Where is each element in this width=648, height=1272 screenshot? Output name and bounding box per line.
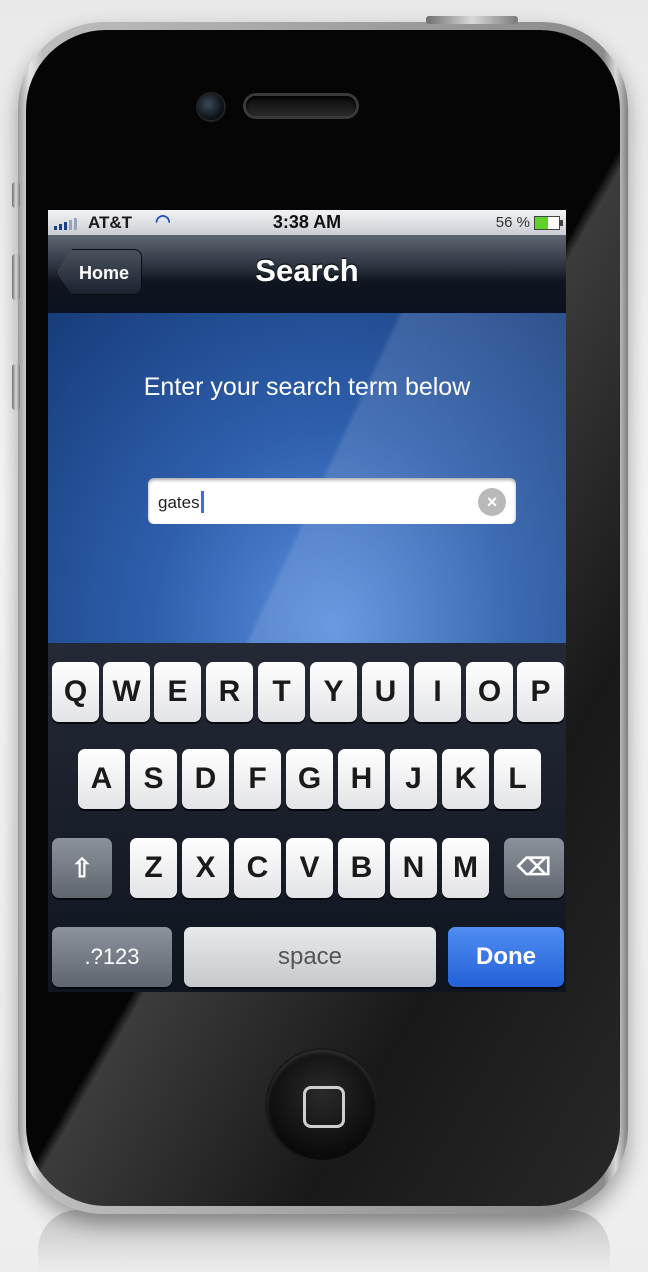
key-x[interactable]: X <box>182 838 229 898</box>
key-k[interactable]: K <box>442 749 489 809</box>
volume-up-button <box>12 254 20 300</box>
key-r[interactable]: R <box>206 662 253 722</box>
status-bar: AT&T ◠ 3:38 AM 56 % <box>48 210 566 235</box>
screen: AT&T ◠ 3:38 AM 56 % Home Search Enter yo… <box>48 210 566 992</box>
search-content: Enter your search term below gates × <box>48 313 566 643</box>
key-c[interactable]: C <box>234 838 281 898</box>
key-f[interactable]: F <box>234 749 281 809</box>
battery-fill <box>535 217 549 229</box>
battery-percent: 56 % <box>495 214 530 231</box>
key-s[interactable]: S <box>130 749 177 809</box>
key-u[interactable]: U <box>362 662 409 722</box>
volume-down-button <box>12 364 20 410</box>
key-v[interactable]: V <box>286 838 333 898</box>
keyboard: Q W E R T Y U I O P A S D F G H J K L ⇧ … <box>48 643 566 992</box>
space-key[interactable]: space <box>184 927 436 987</box>
navigation-bar: Home Search <box>48 235 566 314</box>
clear-circle-icon[interactable]: × <box>478 488 506 516</box>
key-n[interactable]: N <box>390 838 437 898</box>
search-prompt: Enter your search term below <box>143 373 471 401</box>
key-p[interactable]: P <box>517 662 564 722</box>
done-key[interactable]: Done <box>448 927 564 987</box>
key-e[interactable]: E <box>154 662 201 722</box>
shift-arrow-icon: ⇧ <box>71 853 93 883</box>
key-j[interactable]: J <box>390 749 437 809</box>
page-title: Search <box>255 253 359 288</box>
key-w[interactable]: W <box>103 662 150 722</box>
phone-reflection <box>38 1210 610 1272</box>
home-button[interactable] <box>267 1050 377 1160</box>
front-camera <box>198 94 224 120</box>
key-i[interactable]: I <box>414 662 461 722</box>
key-g[interactable]: G <box>286 749 333 809</box>
status-time: 3:38 AM <box>272 212 342 232</box>
key-o[interactable]: O <box>466 662 513 722</box>
sleep-button <box>426 16 518 24</box>
key-d[interactable]: D <box>182 749 229 809</box>
key-q[interactable]: Q <box>52 662 99 722</box>
backspace-icon: ⌫ <box>517 854 551 881</box>
search-input[interactable]: gates × <box>148 478 516 524</box>
earpiece-speaker <box>246 96 356 116</box>
numbers-key[interactable]: .?123 <box>52 927 172 987</box>
key-t[interactable]: T <box>258 662 305 722</box>
key-a[interactable]: A <box>78 749 125 809</box>
mute-switch <box>12 182 20 208</box>
key-y[interactable]: Y <box>310 662 357 722</box>
search-input-value: gates <box>158 491 204 513</box>
home-square-icon <box>303 1086 345 1128</box>
key-l[interactable]: L <box>494 749 541 809</box>
text-caret <box>200 491 204 513</box>
key-z[interactable]: Z <box>130 838 177 898</box>
key-b[interactable]: B <box>338 838 385 898</box>
shift-key[interactable]: ⇧ <box>52 838 112 898</box>
key-h[interactable]: H <box>338 749 385 809</box>
key-m[interactable]: M <box>442 838 489 898</box>
battery-icon <box>534 216 563 230</box>
delete-key[interactable]: ⌫ <box>504 838 564 898</box>
